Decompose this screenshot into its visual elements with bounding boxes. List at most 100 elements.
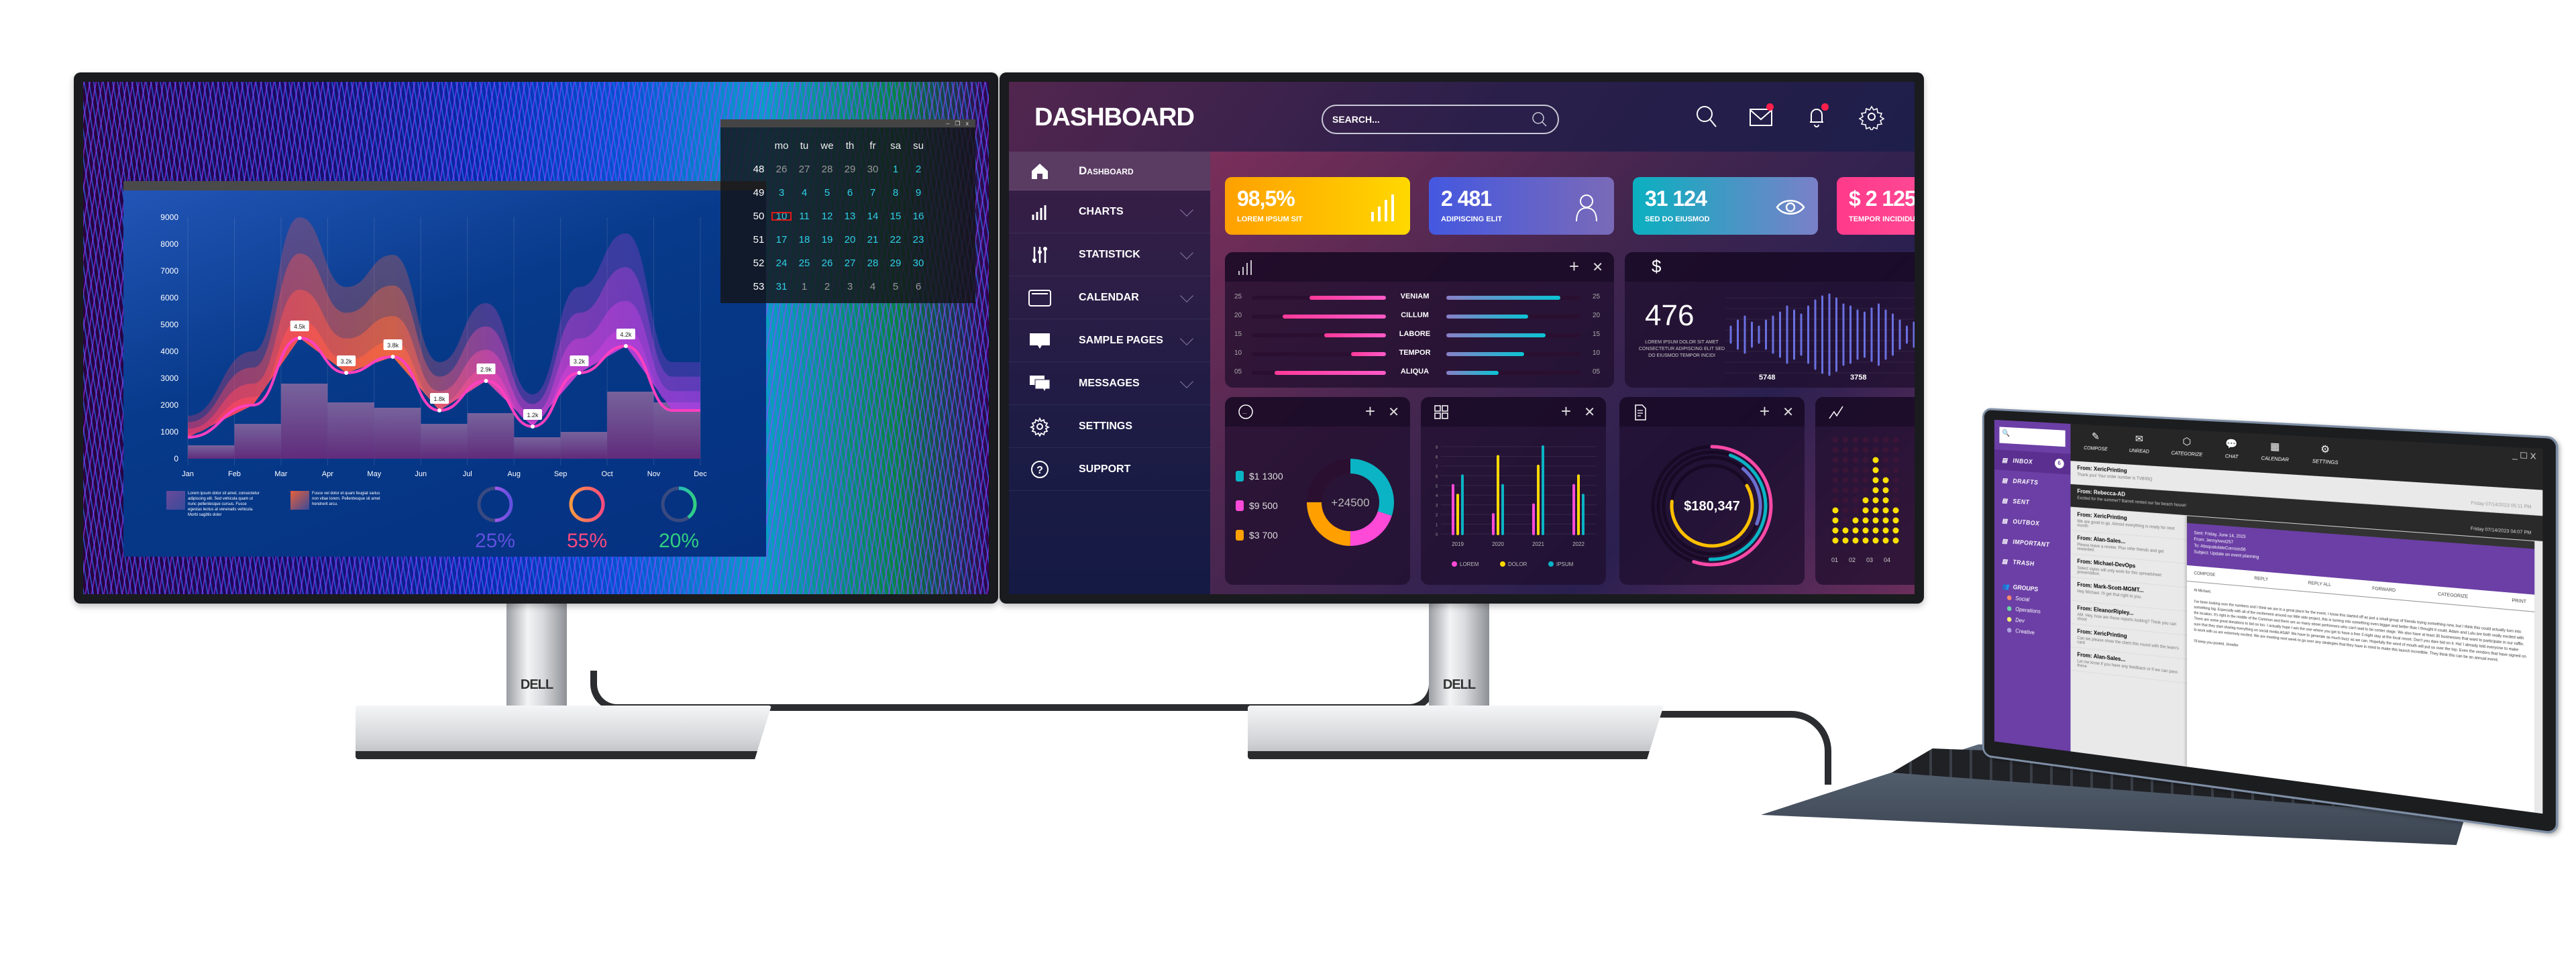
toolbar-compose[interactable]: ✎ COMPOSE xyxy=(2084,430,2108,457)
close-icon[interactable]: ✕ xyxy=(1584,404,1595,421)
chevron-down-icon[interactable] xyxy=(1180,332,1193,345)
action-reply[interactable]: REPLY xyxy=(2255,577,2269,582)
search-icon[interactable] xyxy=(1693,103,1720,130)
calendar-day[interactable]: 3 xyxy=(770,187,793,199)
mail-search-input[interactable]: 🔍 xyxy=(1999,427,2065,447)
sidebar-item-support[interactable]: ? SUPPORT xyxy=(1009,448,1210,491)
data-point[interactable] xyxy=(297,336,302,340)
close-button[interactable]: x xyxy=(966,119,969,127)
restore-button[interactable]: ❐ xyxy=(955,119,960,127)
calendar-day[interactable]: 2 xyxy=(907,164,930,175)
calendar-titlebar[interactable]: – ❐ x xyxy=(720,119,975,127)
calendar-day[interactable]: 4 xyxy=(793,187,816,199)
chevron-down-icon[interactable] xyxy=(1180,289,1193,302)
calendar-day[interactable]: 28 xyxy=(861,258,884,269)
calendar-day[interactable]: 8 xyxy=(884,187,907,199)
add-icon[interactable]: + xyxy=(1365,401,1375,422)
calendar-day[interactable]: 26 xyxy=(816,258,839,269)
calendar-day[interactable]: 6 xyxy=(907,281,930,292)
calendar-day[interactable]: 2 xyxy=(816,281,839,292)
calendar-day[interactable]: 31 xyxy=(770,281,793,292)
sidebar-item-settings[interactable]: SETTINGS xyxy=(1009,405,1210,448)
calendar-day[interactable]: 29 xyxy=(884,258,907,269)
calendar-day[interactable]: 13 xyxy=(839,211,861,222)
calendar-day[interactable]: 27 xyxy=(839,258,861,269)
calendar-day[interactable]: 22 xyxy=(884,234,907,245)
calendar-day[interactable]: 5 xyxy=(884,281,907,292)
close-icon[interactable]: ✕ xyxy=(1388,404,1399,421)
toolbar-unread[interactable]: ✉ UNREAD xyxy=(2129,433,2149,460)
calendar-day[interactable]: 5 xyxy=(816,187,839,199)
calendar-day[interactable]: 27 xyxy=(793,164,816,175)
calendar-day[interactable]: 20 xyxy=(839,234,861,245)
data-point[interactable] xyxy=(437,408,442,412)
calendar-day[interactable]: 25 xyxy=(793,258,816,269)
stat-card[interactable]: 98,5% LOREM IPSUM SIT xyxy=(1225,177,1410,235)
close-icon[interactable]: ✕ xyxy=(1782,404,1794,421)
stat-card[interactable]: 2 481 ADIPISCING ELIT xyxy=(1429,177,1614,235)
chart-window-titlebar[interactable] xyxy=(123,181,766,190)
add-icon[interactable]: + xyxy=(1561,401,1571,422)
search-input[interactable]: SEARCH... xyxy=(1322,105,1559,134)
sidebar-item-messages[interactable]: MESSAGES xyxy=(1009,362,1210,405)
mail-icon[interactable] xyxy=(1748,103,1775,130)
chevron-down-icon[interactable] xyxy=(1180,203,1193,217)
calendar-day[interactable]: 7 xyxy=(861,187,884,199)
action-print[interactable]: PRINT xyxy=(2512,599,2526,605)
data-point[interactable] xyxy=(344,371,349,375)
sidebar-item-dashboard[interactable]: Dashboard xyxy=(1009,152,1210,190)
calendar-day[interactable]: 9 xyxy=(907,187,930,199)
calendar-day[interactable]: 15 xyxy=(884,211,907,222)
calendar-day[interactable]: 19 xyxy=(816,234,839,245)
action-compose[interactable]: COMPOSE xyxy=(2194,571,2215,577)
sidebar-item-sample-pages[interactable]: SAMPLE PAGES xyxy=(1009,319,1210,362)
calendar-day[interactable]: 26 xyxy=(770,164,793,175)
sidebar-item-calendar[interactable]: CALENDAR xyxy=(1009,276,1210,319)
calendar-day[interactable]: 3 xyxy=(839,281,861,292)
stat-card[interactable]: $ 2 125 TEMPOR INCIDIDU xyxy=(1837,177,1915,235)
window-controls[interactable]: _ ☐ X xyxy=(2512,450,2536,461)
calendar-day[interactable]: 1 xyxy=(793,281,816,292)
close-icon[interactable]: ✕ xyxy=(1592,259,1603,276)
calendar-day[interactable]: 6 xyxy=(839,187,861,199)
calendar-day[interactable]: 14 xyxy=(861,211,884,222)
toolbar-settings[interactable]: ⚙ SETTINGS xyxy=(2312,443,2339,471)
chevron-down-icon[interactable] xyxy=(1180,246,1193,260)
toolbar-calendar[interactable]: ▦ CALENDAR xyxy=(2261,440,2289,469)
calendar-day[interactable]: 12 xyxy=(816,211,839,222)
add-icon[interactable]: + xyxy=(1569,256,1579,277)
chevron-down-icon[interactable] xyxy=(1180,375,1193,388)
action-reply-all[interactable]: REPLY ALL xyxy=(2308,581,2331,587)
data-point[interactable] xyxy=(390,355,395,359)
add-icon[interactable]: + xyxy=(1760,401,1770,422)
data-point[interactable] xyxy=(530,425,535,429)
calendar-day[interactable]: 23 xyxy=(907,234,930,245)
action-categorize[interactable]: CATEGORIZE xyxy=(2438,592,2468,600)
sidebar-item-charts[interactable]: CHARTS xyxy=(1009,190,1210,233)
calendar-day[interactable]: 16 xyxy=(907,211,930,222)
gear-icon[interactable] xyxy=(1858,103,1885,132)
toolbar-chat[interactable]: 💬 CHAT xyxy=(2225,438,2239,465)
calendar-day[interactable]: 30 xyxy=(907,258,930,269)
minimize-button[interactable]: – xyxy=(946,119,949,127)
calendar-day[interactable]: 17 xyxy=(770,234,793,245)
calendar-day[interactable]: 1 xyxy=(884,164,907,175)
data-point[interactable] xyxy=(623,344,628,348)
calendar-day[interactable]: 11 xyxy=(793,211,816,222)
action-forward[interactable]: FORWARD xyxy=(2372,587,2396,594)
calendar-window[interactable]: – ❐ x mo tu we th fr sa su 48 26 27 28 29 30 1 2 49 3 4 5 6 7 8… xyxy=(720,119,975,303)
calendar-day[interactable]: 24 xyxy=(770,258,793,269)
calendar-day[interactable]: 29 xyxy=(839,164,861,175)
toolbar-categorize[interactable]: ⬡ CATEGORIZE xyxy=(2171,435,2203,463)
calendar-day[interactable]: 21 xyxy=(861,234,884,245)
data-point[interactable] xyxy=(577,371,582,375)
stat-card[interactable]: 31 124 SED DO EIUSMOD xyxy=(1633,177,1818,235)
calendar-day[interactable]: 18 xyxy=(793,234,816,245)
calendar-day[interactable]: 4 xyxy=(861,281,884,292)
calendar-day[interactable]: 28 xyxy=(816,164,839,175)
bell-icon[interactable] xyxy=(1803,103,1830,130)
calendar-day-today[interactable]: 10 xyxy=(770,211,793,222)
data-point[interactable] xyxy=(484,379,488,383)
calendar-day[interactable]: 30 xyxy=(861,164,884,175)
chart-window[interactable]: 4.5k 3.2k 3.8k 1.8k 2.9k 1.2k 3.2k 4.2k 0 1000 200… xyxy=(123,181,766,557)
